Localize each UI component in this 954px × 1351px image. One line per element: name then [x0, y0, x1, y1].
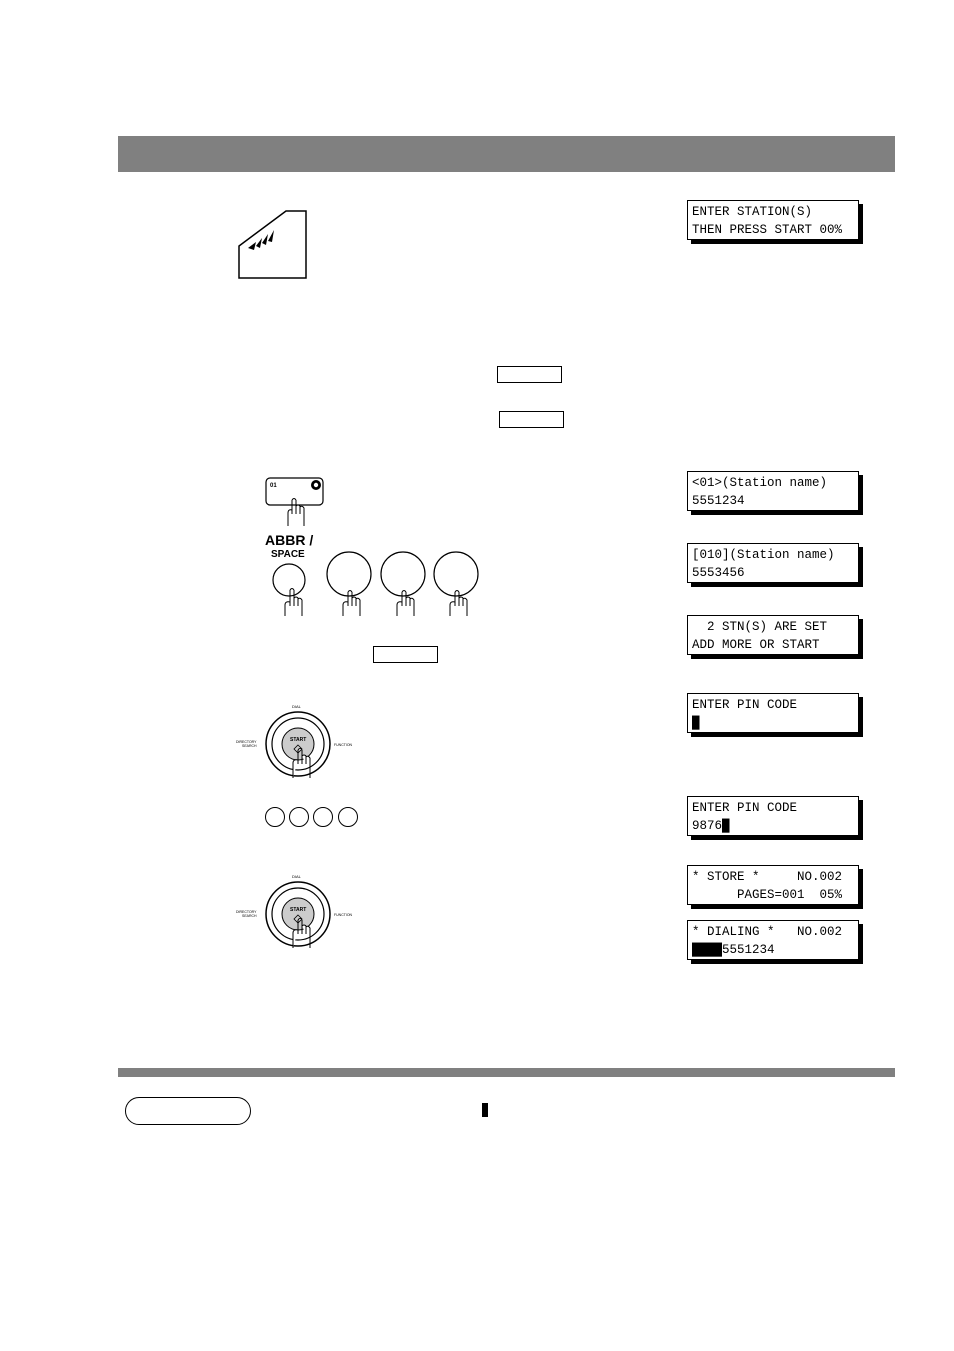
dial-label: DIAL — [292, 874, 302, 879]
lcd-display-enter-pin: ENTER PIN CODE █ — [687, 693, 859, 733]
function-label: FUNCTION — [334, 913, 353, 917]
section-header-bar — [118, 136, 895, 172]
one-touch-key-label: 01 — [270, 483, 277, 489]
lcd-line-1: <01>(Station name) — [692, 476, 828, 490]
digit-key-icon[interactable] — [433, 551, 479, 597]
lcd-line-2: PAGES=001 05% — [692, 887, 843, 902]
lcd-line-1: * STORE * NO.002 — [692, 870, 843, 884]
abbr-label: ABBR / — [265, 532, 313, 548]
document-icon — [238, 210, 307, 279]
lcd-line-2: THEN PRESS START 00% — [692, 222, 843, 237]
lcd-display-station-010: [010](Station name) 5553456 — [687, 543, 859, 583]
note-label-pill — [125, 1097, 251, 1125]
start-dial-icon[interactable]: DIAL DIRECTORY SEARCH FUNCTION START — [236, 870, 366, 955]
directory-search-label-2: SEARCH — [242, 914, 257, 918]
section-divider — [118, 1068, 895, 1077]
lcd-line-1: ENTER PIN CODE — [692, 801, 798, 815]
digit-key-icon[interactable] — [289, 807, 309, 827]
digit-key-icon[interactable] — [380, 551, 426, 597]
start-dial-icon[interactable]: DIAL DIRECTORY SEARCH FUNCTION START — [236, 700, 366, 785]
abbr-space-key-icon[interactable] — [272, 563, 306, 597]
pressing-hand-icon — [284, 588, 468, 616]
lcd-line-2: 5551234 — [692, 493, 745, 508]
lcd-line-1: ENTER PIN CODE — [692, 698, 798, 712]
dial-label: DIAL — [292, 704, 302, 709]
key-label-box — [497, 366, 562, 383]
one-touch-key-icon[interactable]: 01 — [264, 476, 328, 528]
start-label: START — [290, 737, 306, 743]
lcd-line-2: 5553456 — [692, 565, 745, 580]
cursor-block-icon — [482, 1103, 488, 1117]
lcd-display-dialing: * DIALING * NO.002 ████5551234 — [687, 920, 859, 960]
lcd-display-store: * STORE * NO.002 PAGES=001 05% — [687, 865, 859, 905]
lcd-line-1: [010](Station name) — [692, 548, 835, 562]
lcd-line-2: ████5551234 — [692, 942, 775, 957]
lcd-line-1: 2 STN(S) ARE SET — [692, 620, 828, 634]
lcd-line-1: * DIALING * NO.002 — [692, 925, 843, 939]
lcd-display-stations-set: 2 STN(S) ARE SET ADD MORE OR START — [687, 615, 859, 655]
directory-search-label-2: SEARCH — [242, 744, 257, 748]
digit-key-icon[interactable] — [326, 551, 372, 597]
digit-key-icon[interactable] — [265, 807, 285, 827]
lcd-line-2: ADD MORE OR START — [692, 637, 820, 652]
lcd-line-2: █ — [692, 715, 700, 730]
lcd-line-1: ENTER STATION(S) — [692, 205, 813, 219]
start-label: START — [290, 907, 306, 913]
key-label-box — [373, 646, 438, 663]
function-label: FUNCTION — [334, 743, 353, 747]
digit-key-icon[interactable] — [313, 807, 333, 827]
lcd-display-pin-entered: ENTER PIN CODE 9876█ — [687, 796, 859, 836]
key-label-box — [499, 411, 564, 428]
keypad-buttons — [272, 551, 479, 616]
lcd-display-station-01: <01>(Station name) 5551234 — [687, 471, 859, 511]
manual-page: ENTER STATION(S) THEN PRESS START 00% <0… — [0, 0, 954, 1351]
digit-key-icon[interactable] — [338, 807, 358, 827]
lcd-line-2: 9876█ — [692, 818, 730, 833]
lcd-display-enter-station: ENTER STATION(S) THEN PRESS START 00% — [687, 200, 859, 240]
pin-digit-keys — [265, 807, 358, 827]
